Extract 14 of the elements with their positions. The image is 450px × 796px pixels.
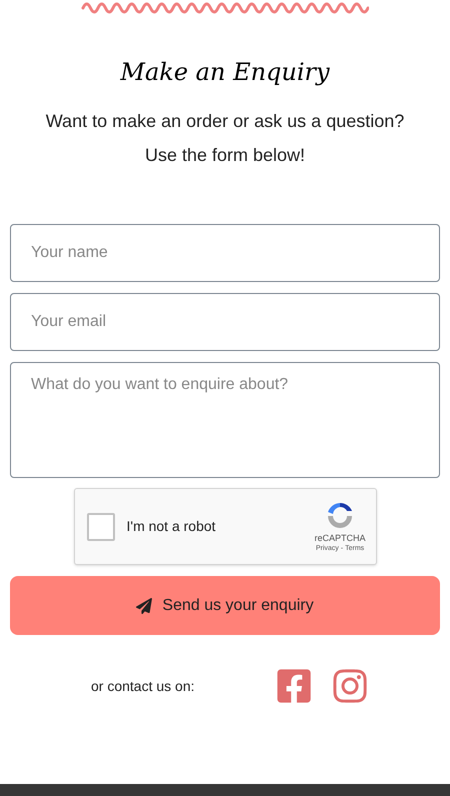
captcha-label: I'm not a robot: [126, 517, 217, 536]
paper-plane-icon: [136, 598, 152, 614]
intro-text: Use the form below!: [144, 144, 306, 167]
captcha-checkbox[interactable]: [86, 512, 114, 540]
send-button[interactable]: Send us your enquiry: [10, 576, 440, 635]
page-heading: Make an Enquiry: [120, 57, 330, 88]
facebook-icon[interactable]: [275, 667, 313, 705]
instagram-icon[interactable]: [331, 667, 369, 705]
message-field[interactable]: What do you want to enquire about?: [10, 362, 440, 478]
input-field[interactable]: Your email: [10, 293, 440, 351]
recaptcha-brand: reCAPTCHA: [314, 532, 366, 544]
contact-text: or contact us on:: [91, 676, 196, 696]
input-field[interactable]: Your name: [10, 224, 440, 282]
intro-text: Want to make an order or ask us a question?: [46, 110, 404, 133]
